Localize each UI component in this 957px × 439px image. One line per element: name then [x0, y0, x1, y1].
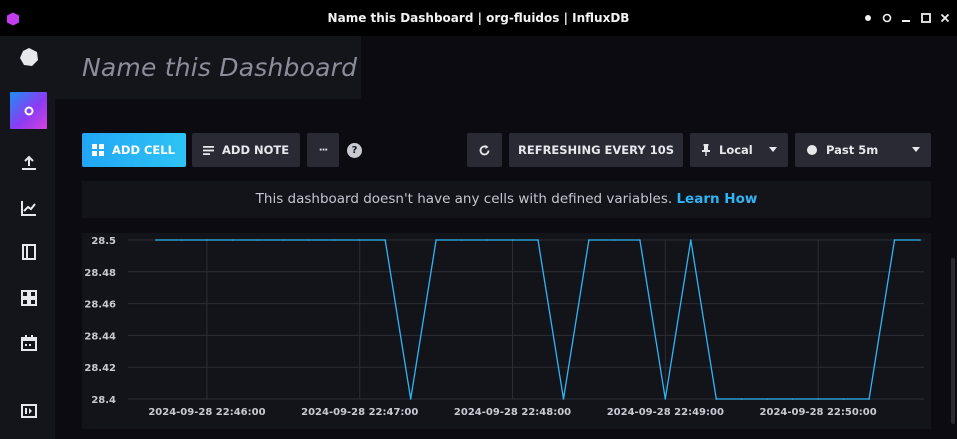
line-chart: 28.5 28.48 28.46 28.44 28.42 28.4 2024-09-28 2…	[84, 236, 924, 418]
window-titlebar: Name this Dashboard | org-fluidos | Infl…	[0, 0, 957, 36]
data-point	[435, 239, 437, 241]
chevron-down-icon	[769, 147, 777, 152]
data-point	[155, 239, 157, 241]
auto-refresh-label: REFRESHING EVERY 10S	[518, 143, 674, 157]
timezone-label: Local	[719, 143, 753, 157]
data-point	[715, 398, 718, 400]
sidebar-item-logo[interactable]	[10, 38, 47, 75]
add-note-label: ADD NOTE	[222, 143, 290, 157]
close-icon[interactable]	[939, 12, 951, 24]
calendar-icon	[20, 334, 37, 351]
data-point	[358, 239, 361, 241]
options-dot-icon[interactable]	[862, 12, 874, 24]
data-point	[460, 239, 463, 241]
data-point	[409, 398, 412, 400]
note-icon	[203, 145, 214, 155]
y-tick-label: 28.5	[91, 236, 116, 247]
data-point	[791, 398, 794, 400]
y-tick-label: 28.4	[91, 395, 116, 406]
data-point	[511, 239, 514, 241]
data-point	[588, 239, 590, 241]
auto-refresh-dropdown[interactable]: REFRESHING EVERY 10S	[509, 133, 683, 167]
book-icon	[21, 243, 36, 260]
notice-text: This dashboard doesn't have any cells wi…	[255, 191, 673, 207]
graph-cell[interactable]: 28.5 28.48 28.46 28.44 28.42 28.4 2024-09-28 2…	[82, 233, 931, 429]
scrollbar[interactable]	[951, 258, 955, 424]
data-point	[308, 239, 310, 241]
variables-notice: This dashboard doesn't have any cells wi…	[82, 181, 931, 218]
collapse-icon	[20, 403, 37, 418]
data-point	[486, 239, 488, 241]
clock-icon	[807, 145, 817, 155]
more-options-button[interactable]: ···	[307, 133, 339, 167]
x-tick-label: 2024-09-28 22:50:00	[760, 407, 877, 418]
refresh-button[interactable]	[467, 133, 502, 167]
time-range-dropdown[interactable]: Past 5m	[795, 133, 931, 167]
graph-line-icon	[20, 200, 36, 216]
data-point	[868, 398, 870, 400]
dashboard-title-area: Name this Dashboard	[55, 36, 361, 99]
data-point	[817, 398, 819, 400]
x-tick-label: 2024-09-28 22:49:00	[607, 407, 724, 418]
data-point	[282, 239, 285, 241]
sidebar-item-tasks[interactable]	[10, 324, 47, 361]
data-point	[206, 239, 208, 241]
add-cell-button[interactable]: ADD CELL	[82, 133, 186, 167]
pin-icon[interactable]	[881, 12, 893, 24]
sidebar-item-upload[interactable]	[10, 144, 47, 181]
sidebar-item-dashboards[interactable]	[10, 279, 47, 316]
add-note-button[interactable]: ADD NOTE	[192, 133, 300, 167]
data-point	[639, 239, 641, 241]
help-icon[interactable]: ?	[347, 143, 362, 158]
maximize-icon[interactable]	[920, 12, 932, 24]
data-point	[664, 398, 667, 400]
dashboard-title[interactable]: Name this Dashboard	[82, 53, 357, 82]
x-tick-label: 2024-09-28 22:46:00	[148, 407, 265, 418]
data-point	[919, 239, 921, 241]
window-title: Name this Dashboard | org-fluidos | Infl…	[327, 11, 630, 25]
time-range-label: Past 5m	[826, 143, 879, 157]
data-point	[740, 398, 743, 400]
timezone-dropdown[interactable]: Local	[690, 133, 788, 167]
dashboard-main: Name this Dashboard ADD CELL ADD NOTE ··…	[55, 36, 957, 439]
user-circle-icon	[24, 106, 33, 115]
data-point	[180, 239, 183, 241]
data-point	[613, 239, 616, 241]
data-point	[562, 398, 565, 400]
data-point	[537, 239, 539, 241]
upload-icon	[21, 155, 36, 170]
series-line	[156, 239, 920, 400]
data-point	[231, 239, 234, 241]
data-point	[690, 239, 692, 241]
sidebar-item-data-explorer[interactable]	[10, 189, 47, 226]
y-tick-label: 28.46	[84, 300, 116, 311]
add-cell-label: ADD CELL	[112, 143, 175, 157]
sidebar-item-user[interactable]	[10, 92, 47, 129]
minimize-icon[interactable]	[900, 12, 912, 24]
x-tick-label: 2024-09-28 22:47:00	[301, 407, 418, 418]
more-options-label: ···	[318, 144, 328, 156]
x-tick-label: 2024-09-28 22:48:00	[454, 407, 571, 418]
data-point	[384, 239, 387, 241]
grid-icon	[20, 289, 37, 306]
data-point	[257, 239, 259, 241]
sidebar-item-collapse[interactable]	[10, 392, 47, 429]
sidebar-nav	[0, 36, 55, 439]
data-point	[893, 239, 896, 241]
learn-how-link[interactable]: Learn How	[676, 191, 757, 207]
add-cell-icon	[92, 144, 104, 156]
sidebar-item-notebooks[interactable]	[10, 233, 47, 270]
data-point	[766, 398, 768, 400]
data-point	[842, 398, 845, 400]
y-tick-label: 28.42	[84, 363, 116, 374]
influx-logo-icon	[19, 47, 38, 66]
y-tick-label: 28.48	[84, 268, 116, 279]
pin-icon	[702, 144, 710, 156]
data-point	[333, 239, 336, 241]
y-tick-label: 28.44	[84, 331, 116, 342]
chevron-down-icon	[912, 147, 920, 152]
refresh-icon	[479, 144, 490, 155]
